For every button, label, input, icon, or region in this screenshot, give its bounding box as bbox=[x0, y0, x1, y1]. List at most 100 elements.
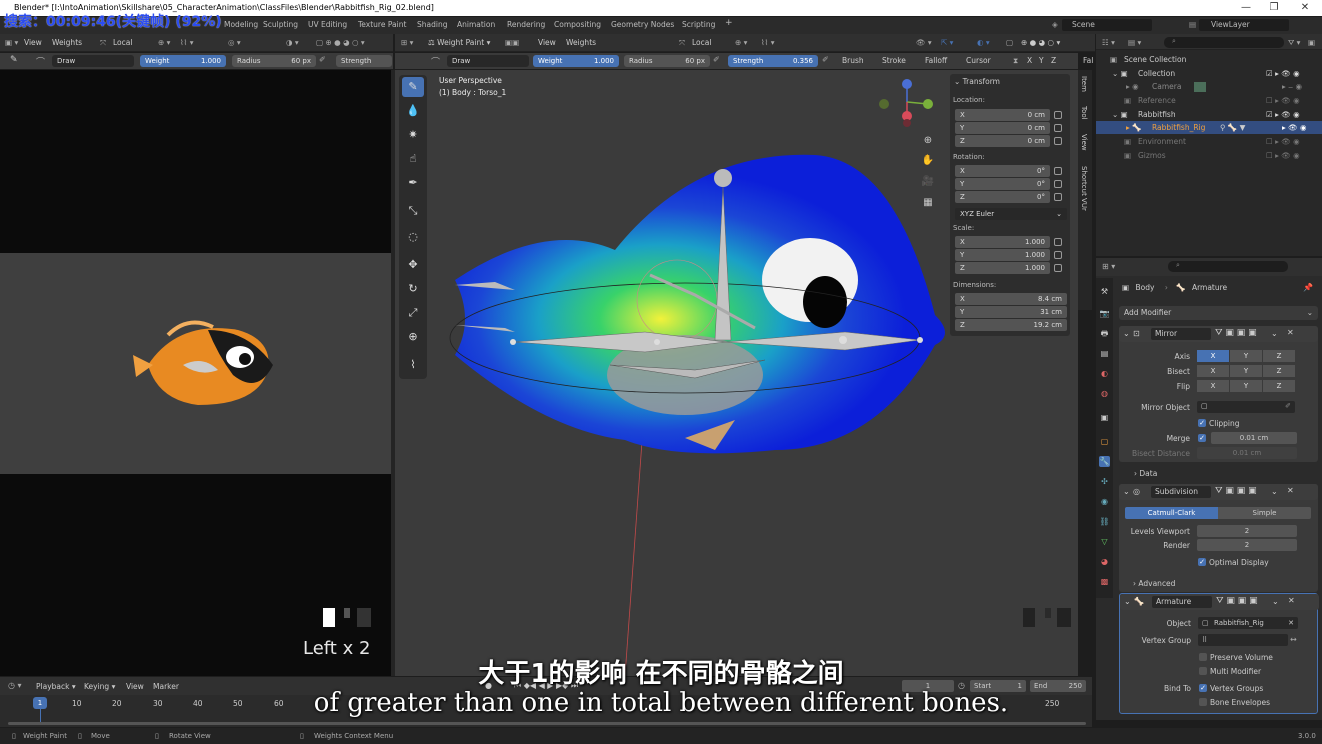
smear-tool-icon[interactable]: ☝ bbox=[402, 149, 424, 169]
collection-tab-icon[interactable]: ▣ bbox=[1099, 412, 1110, 423]
filter-icon[interactable]: ⛛ ▾ bbox=[1288, 38, 1300, 48]
modifier-tab-icon[interactable]: 🔧 bbox=[1099, 456, 1110, 467]
brush-field[interactable]: Draw bbox=[447, 55, 529, 67]
scale-tool-icon[interactable]: ⤢ bbox=[402, 303, 424, 323]
gizmo-neg-y-handle[interactable] bbox=[879, 99, 889, 109]
tab-item[interactable]: Item bbox=[1080, 76, 1088, 92]
mirror-axis-y[interactable]: Y bbox=[1230, 350, 1262, 362]
editor-type-icon[interactable]: ▣ ▾ bbox=[5, 38, 18, 47]
mirror-axis-x[interactable]: X bbox=[1197, 350, 1229, 362]
tab-rendering[interactable]: Rendering bbox=[507, 20, 545, 29]
data-subpanel[interactable]: › Data bbox=[1134, 469, 1157, 478]
outliner-row[interactable]: ▣ Scene Collection bbox=[1096, 53, 1322, 66]
vertex-group-field[interactable]: ⠿ bbox=[1198, 634, 1288, 646]
camera-view-icon[interactable]: 🎥 bbox=[919, 173, 937, 191]
modifier-visibility-icons[interactable]: ⛛ ▣ ▣ ▣ bbox=[1216, 596, 1258, 606]
overlay-toggle-icon[interactable]: ◐ ▾ bbox=[977, 38, 990, 47]
snap-icon[interactable]: ⌇⌇ ▾ bbox=[761, 38, 774, 47]
visibility-icon[interactable]: 👁 ▾ bbox=[916, 38, 932, 47]
modifier-menu-icon[interactable]: ⌄ bbox=[1272, 597, 1279, 606]
scale-x-field[interactable]: X 1.000 bbox=[955, 236, 1050, 248]
catmull-clark-button[interactable]: Catmull-Clark bbox=[1125, 507, 1218, 519]
location-y-field[interactable]: Y0 cm bbox=[955, 122, 1050, 134]
proportional-icon[interactable]: ◎ ▾ bbox=[228, 38, 241, 47]
advanced-subpanel[interactable]: › Advanced bbox=[1133, 579, 1175, 588]
falloff-tab[interactable]: Fal bbox=[1083, 56, 1093, 65]
gizmo-z-handle[interactable] bbox=[902, 79, 912, 89]
display-mode-icon[interactable]: ▤ ▾ bbox=[1128, 38, 1141, 47]
add-workspace-button[interactable]: + bbox=[725, 18, 733, 28]
move-tool-icon[interactable]: ✥ bbox=[402, 255, 424, 275]
mode-toggle-icons[interactable]: ▣▣ bbox=[505, 38, 519, 47]
lock-icon[interactable] bbox=[1054, 111, 1062, 119]
modifier-menu-icon[interactable]: ⌄ bbox=[1271, 487, 1278, 496]
scene-field[interactable]: Scene bbox=[1062, 19, 1152, 31]
mirror-object-field[interactable]: ▢ ✐ bbox=[1197, 401, 1295, 413]
strength-field[interactable]: Strength 0.356 bbox=[728, 55, 818, 67]
radius-field[interactable]: Radius 60 px bbox=[624, 55, 710, 67]
sample-weight-icon[interactable]: ✒ bbox=[402, 173, 424, 193]
tab-uv-editing[interactable]: UV Editing bbox=[308, 20, 347, 29]
flip-x[interactable]: X bbox=[1197, 380, 1229, 392]
output-tab-icon[interactable]: 🖶 bbox=[1099, 328, 1110, 339]
timeline-scrollbar[interactable] bbox=[8, 722, 1086, 725]
left-weights-menu[interactable]: Weights bbox=[52, 38, 82, 47]
pin-icon[interactable]: 📌 bbox=[1303, 283, 1313, 292]
view-layer-field[interactable]: ViewLayer bbox=[1199, 19, 1289, 31]
snap-icon[interactable]: ⌇⌇ ▾ bbox=[180, 38, 193, 47]
measure-tool-icon[interactable]: ⌇ bbox=[402, 355, 424, 375]
tab-view[interactable]: View bbox=[1080, 134, 1088, 151]
mirror-axis-z[interactable]: Z bbox=[1263, 350, 1295, 362]
falloff-menu[interactable]: Falloff bbox=[925, 56, 947, 65]
new-collection-icon[interactable]: ▣ bbox=[1308, 38, 1315, 47]
blur-tool-icon[interactable]: 💧 bbox=[402, 101, 424, 121]
overlay-icon[interactable]: ◑ ▾ bbox=[286, 38, 299, 47]
tab-tool[interactable]: Tool bbox=[1080, 106, 1088, 120]
location-x-field[interactable]: X0 cm bbox=[955, 109, 1050, 121]
viewport-weights-menu[interactable]: Weights bbox=[566, 38, 596, 47]
merge-checkbox[interactable]: ✓ bbox=[1198, 434, 1206, 442]
bisect-y[interactable]: Y bbox=[1230, 365, 1262, 377]
outliner-row[interactable]: ▸ ◉ Camera ▸ ⌣ ◉ bbox=[1096, 80, 1322, 93]
outliner-row[interactable]: ⌄ ▣ Rabbitfish ☑ ▸ 👁 ◉ bbox=[1096, 108, 1322, 121]
tab-sculpting[interactable]: Sculpting bbox=[263, 20, 298, 29]
clipping-checkbox[interactable]: ✓ bbox=[1198, 419, 1206, 427]
dimension-y-field[interactable]: Y 31 cm bbox=[955, 306, 1067, 318]
outliner-row-selected[interactable]: ▸ 🦴 Rabbitfish_Rig ⚲ 🦴 ▼ ▸ 👁 ◉ bbox=[1096, 121, 1322, 134]
outliner-search[interactable]: ⌕ bbox=[1164, 37, 1284, 48]
viewport-orientation-dropdown[interactable]: Local bbox=[692, 38, 711, 47]
lock-icon[interactable] bbox=[1054, 167, 1062, 175]
annotate-tool-icon[interactable]: ◌ bbox=[402, 227, 424, 247]
lock-icon[interactable] bbox=[1054, 180, 1062, 188]
levels-viewport-field[interactable]: 2 bbox=[1197, 525, 1297, 537]
pressure-icon[interactable]: ✐ bbox=[713, 55, 720, 64]
particles-tab-icon[interactable]: ✣ bbox=[1099, 476, 1110, 487]
subdivision-name-field[interactable]: Subdivision bbox=[1151, 486, 1211, 498]
close-button[interactable]: ✕ bbox=[1290, 0, 1320, 16]
rotation-mode-dropdown[interactable]: XYZ Euler ⌄ bbox=[955, 208, 1067, 220]
texture-tab-icon[interactable]: ▩ bbox=[1099, 576, 1110, 587]
gradient-tool-icon[interactable]: ⤡ bbox=[402, 201, 424, 221]
symmetry-y[interactable]: Y bbox=[1039, 56, 1044, 65]
left-strength-field[interactable]: Strength bbox=[336, 55, 392, 67]
symmetry-z[interactable]: Z bbox=[1051, 56, 1056, 65]
viewport-view-menu[interactable]: View bbox=[538, 38, 556, 47]
modifier-visibility-icons[interactable]: ⛛ ▣ ▣ ▣ bbox=[1215, 328, 1257, 338]
scale-z-field[interactable]: Z 1.000 bbox=[955, 262, 1050, 274]
rotation-z-field[interactable]: Z 0° bbox=[955, 191, 1050, 203]
pivot-icon[interactable]: ⊕ ▾ bbox=[158, 38, 170, 47]
dimension-x-field[interactable]: X 8.4 cm bbox=[955, 293, 1067, 305]
xray-icon[interactable]: ▢ bbox=[1006, 38, 1013, 47]
brush-menu[interactable]: Brush bbox=[842, 56, 864, 65]
bisect-x[interactable]: X bbox=[1197, 365, 1229, 377]
tab-compositing[interactable]: Compositing bbox=[554, 20, 601, 29]
gizmo-neg-x-handle[interactable] bbox=[903, 119, 911, 127]
tab-animation[interactable]: Animation bbox=[457, 20, 495, 29]
tab-shading[interactable]: Shading bbox=[417, 20, 447, 29]
outliner-row[interactable]: ▣ Reference ☐ ▸ 👁 ◉ bbox=[1096, 94, 1322, 107]
symmetry-x[interactable]: X bbox=[1027, 56, 1032, 65]
pivot-icon[interactable]: ⊕ ▾ bbox=[735, 38, 747, 47]
scene-tab-icon[interactable]: ◐ bbox=[1099, 368, 1110, 379]
pan-hand-icon[interactable]: ✋ bbox=[919, 152, 937, 170]
lock-icon[interactable] bbox=[1054, 124, 1062, 132]
